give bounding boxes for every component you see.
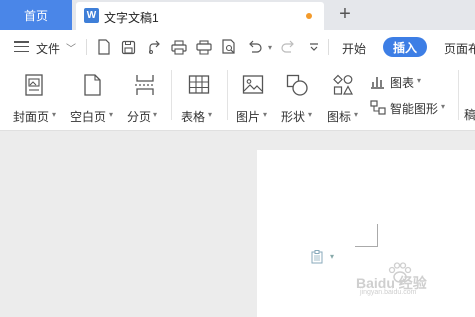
shapes-button[interactable]: 形状 ▾ — [276, 70, 322, 124]
tab-page-layout[interactable]: 页面布 — [444, 40, 475, 57]
caret-down-icon: ▾ — [208, 110, 213, 119]
shapes-icon — [286, 74, 308, 96]
caret-down-icon: ▾ — [441, 102, 446, 111]
ribbon-divider — [227, 70, 228, 120]
hamburger-menu-icon[interactable] — [14, 41, 29, 53]
ribbon-divider — [171, 70, 172, 120]
icons-label: 图标 — [327, 110, 352, 124]
caret-down-icon: ▾ — [354, 110, 359, 119]
caret-down-icon: ▾ — [308, 110, 313, 119]
margin-corner-marker — [355, 224, 378, 247]
caret-down-icon: ▾ — [263, 110, 268, 119]
unsaved-indicator-icon — [306, 13, 312, 19]
tab-home[interactable]: 首页 — [0, 0, 72, 30]
chart-button[interactable]: 图表 ▾ — [368, 72, 428, 92]
more-ribbon-item[interactable]: 稿 — [464, 106, 475, 123]
cover-page-label: 封面页 — [13, 110, 50, 124]
ribbon-divider — [458, 70, 459, 120]
caret-down-icon: ▾ — [153, 110, 158, 119]
shapes-label: 形状 — [281, 110, 306, 124]
blank-page-icon — [84, 74, 101, 96]
export-pdf-icon[interactable] — [146, 39, 162, 55]
new-document-icon[interactable] — [96, 39, 112, 55]
baidu-watermark: Baidu 经验 jingyan.baidu.com — [356, 262, 456, 296]
smart-art-label: 智能图形 — [390, 102, 439, 116]
icons-button[interactable]: 图标 ▾ — [323, 70, 365, 124]
picture-button[interactable]: 图片 ▾ — [232, 70, 276, 124]
chart-label: 图表 — [390, 76, 415, 90]
page-break-button[interactable]: 分页 ▾ — [124, 70, 168, 124]
blank-page-label: 空白页 — [70, 110, 107, 124]
picture-icon — [242, 75, 264, 94]
smart-art-icon — [370, 100, 386, 115]
caret-down-icon: ▾ — [52, 110, 57, 119]
print-preview-icon[interactable] — [221, 39, 237, 55]
direct-print-icon[interactable] — [196, 39, 212, 55]
insert-ribbon: 封面页 ▾ 空白页 ▾ 分页 ▾ 表格 ▾ 图片 ▾ 形状 ▾ 图标 ▾ 图表 … — [0, 64, 475, 131]
icon-library-icon — [333, 74, 353, 95]
chevron-down-icon[interactable]: ﹀ — [66, 40, 76, 55]
new-tab-button[interactable]: + — [334, 3, 356, 25]
quick-toolbar: 文件 ﹀ ▾ 开始 插入 页面布 — [0, 30, 475, 64]
document-title: 文字文稿1 — [104, 11, 159, 25]
blank-page-button[interactable]: 空白页 ▾ — [68, 70, 118, 124]
toolbar-divider — [328, 39, 329, 55]
page-break-label: 分页 — [127, 110, 152, 124]
cover-page-button[interactable]: 封面页 ▾ — [10, 70, 60, 124]
smart-art-button[interactable]: 智能图形 ▾ — [368, 98, 448, 118]
caret-down-icon[interactable]: ▾ — [330, 252, 334, 261]
cover-page-icon — [25, 74, 43, 96]
paste-options-icon[interactable] — [311, 250, 323, 264]
toolbar-divider — [86, 39, 87, 55]
writer-doc-icon: W — [84, 8, 99, 23]
table-label: 表格 — [181, 110, 206, 124]
caret-down-icon: ▾ — [417, 76, 422, 85]
caret-down-icon: ▾ — [109, 110, 114, 119]
table-button[interactable]: 表格 ▾ — [178, 70, 222, 124]
picture-label: 图片 — [236, 110, 261, 124]
undo-icon[interactable] — [246, 39, 262, 55]
undo-dropdown-icon[interactable]: ▾ — [262, 39, 278, 55]
print-icon[interactable] — [171, 39, 187, 55]
page-break-icon — [135, 75, 155, 95]
bar-chart-icon — [371, 77, 384, 89]
table-icon — [188, 75, 210, 94]
save-icon[interactable] — [120, 39, 136, 55]
tab-document[interactable]: W 文字文稿1 — [76, 2, 324, 30]
redo-icon[interactable] — [280, 39, 296, 55]
watermark-subtext: jingyan.baidu.com — [360, 289, 417, 296]
tab-start[interactable]: 开始 — [342, 40, 366, 57]
customize-toolbar-icon[interactable] — [306, 39, 322, 55]
tab-insert[interactable]: 插入 — [383, 37, 427, 57]
file-menu-label[interactable]: 文件 — [36, 40, 60, 57]
